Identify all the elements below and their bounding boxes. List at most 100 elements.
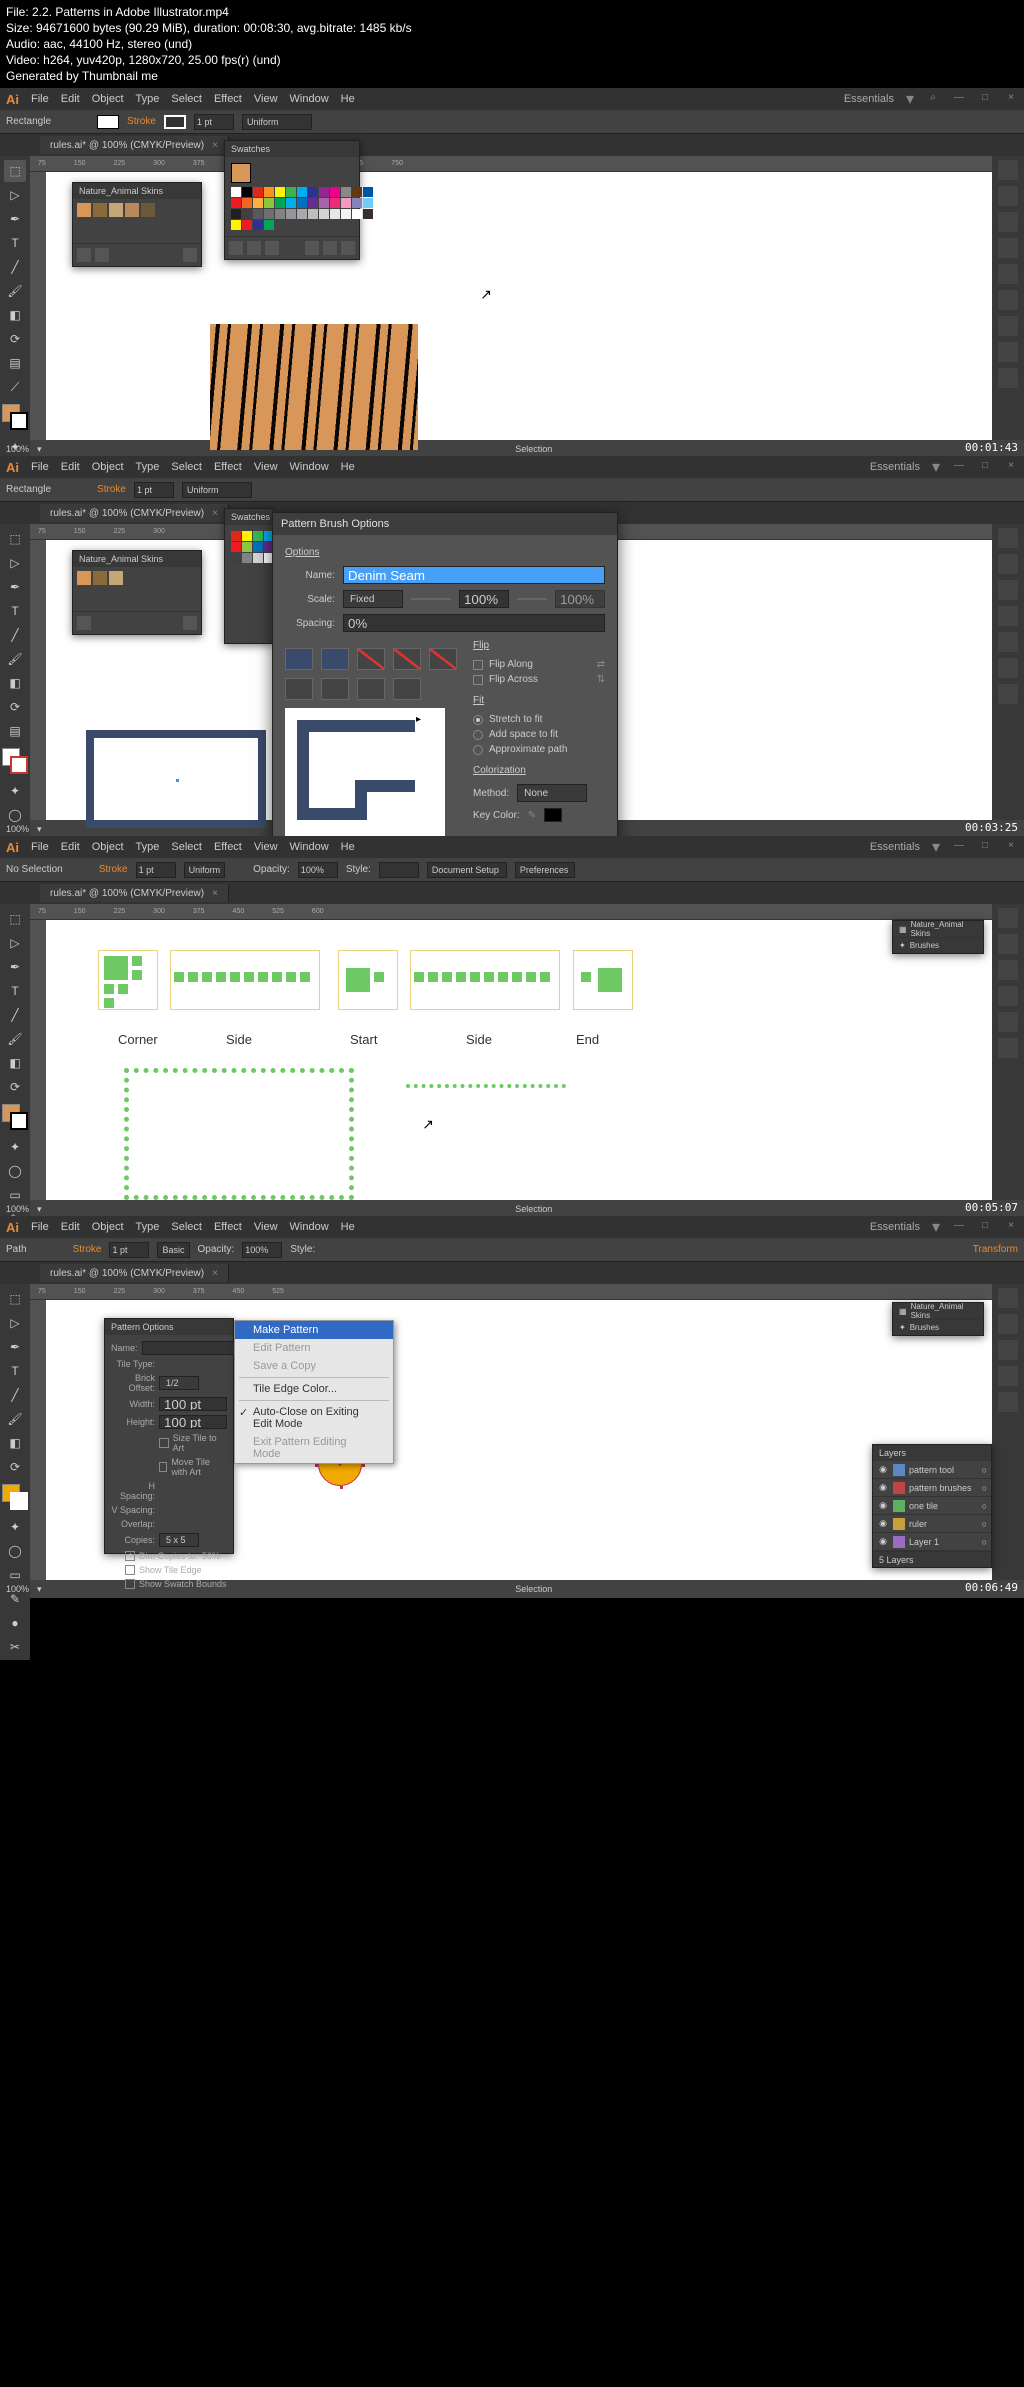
canvas[interactable]: 75150225300375450525600 [30, 904, 992, 1200]
nature-animal-skins-panel[interactable]: Nature_Animal Skins [72, 182, 202, 267]
stroke-weight[interactable] [194, 114, 234, 130]
rotate-tool[interactable]: ⟳ [4, 328, 26, 350]
ctx-exit: Exit Pattern Editing Mode [235, 1433, 393, 1463]
zoom-level[interactable]: 100% [6, 444, 29, 454]
method-dropdown[interactable]: None [517, 784, 587, 802]
workspace-selector[interactable]: Essentials [844, 93, 894, 105]
cursor [482, 286, 492, 300]
menu-effect[interactable]: Effect [214, 93, 242, 105]
shape-label: Rectangle [6, 116, 51, 127]
layer-row[interactable]: ◉pattern tool○ [873, 1461, 991, 1479]
document-tab[interactable]: rules.ai* @ 100% (CMYK/Preview)× [40, 504, 229, 522]
nature-brushes-panel[interactable]: ▦Nature_Animal Skins ✦Brushes [892, 920, 984, 954]
menu-help[interactable]: He [341, 93, 355, 105]
stroke-panel-icon[interactable] [998, 264, 1018, 284]
menu-type[interactable]: Type [136, 93, 160, 105]
eyedropper-tool[interactable]: ⟋ [4, 376, 26, 398]
menubar: Ai File Edit Object Type Select Effect V… [0, 88, 1024, 110]
gradient-panel-icon[interactable] [998, 290, 1018, 310]
swatches-panel-icon[interactable] [998, 186, 1018, 206]
eraser-tool[interactable]: ◧ [4, 304, 26, 326]
ctx-autoclose[interactable]: ✓Auto-Close on Exiting Edit Mode [235, 1403, 393, 1433]
timestamp: 00:01:43 [965, 441, 1018, 454]
tile-start[interactable] [393, 648, 421, 670]
gradient-tool[interactable]: ▤ [4, 352, 26, 374]
search-icon[interactable]: ⌕ [926, 92, 940, 106]
toolbox-left: ⬚ ▷ ✒ T ╱ 🖌 ◧ ⟳ ▤ ⟋ ✦ ◯ ▭ ✎ ● [0, 156, 30, 440]
brushes-panel-icon[interactable] [998, 212, 1018, 232]
tile-side[interactable] [285, 648, 313, 670]
ctx-save-copy: Save a Copy [235, 1357, 393, 1375]
control-bar: Rectangle Stroke Uniform [0, 110, 1024, 134]
illustrator-logo: Ai [6, 460, 19, 475]
toolbox: ⬚▷✒T╱🖌◧⟳ ✦◯▭✎●✂⤢ [0, 904, 30, 1200]
dialog-title: Pattern Brush Options [273, 513, 617, 535]
pen-tool[interactable]: ✒ [4, 208, 26, 230]
layer-row[interactable]: ◉Layer 1○ [873, 1533, 991, 1551]
scale-dropdown[interactable]: Fixed [343, 590, 403, 608]
swatches-panel[interactable]: Swatches [224, 140, 360, 260]
flip-across-checkbox[interactable] [473, 675, 483, 685]
flip-along-checkbox[interactable] [473, 660, 483, 670]
close-icon[interactable]: × [1004, 92, 1018, 106]
maximize-icon[interactable]: □ [978, 92, 992, 106]
pattern-options-panel[interactable]: Pattern Options Name: Tile Type: Brick O… [104, 1318, 234, 1554]
menubar: Ai FileEditObjectTypeSelectEffectViewWin… [0, 456, 1024, 478]
menu-view[interactable]: View [254, 93, 278, 105]
denim-frame[interactable] [86, 730, 266, 828]
tile-outer-corner[interactable] [321, 648, 349, 670]
nature-animal-skins-panel[interactable]: Nature_Animal Skins [72, 550, 202, 635]
stroke-swatch[interactable] [164, 115, 186, 129]
tiger-pattern-rect[interactable] [210, 324, 418, 450]
layers-panel[interactable]: Layers ◉pattern tool○ ◉pattern brushes○ … [872, 1444, 992, 1568]
brush-name-input[interactable] [343, 566, 605, 584]
layer-row[interactable]: ◉pattern brushes○ [873, 1479, 991, 1497]
approx-radio[interactable] [473, 745, 483, 755]
stretch-radio[interactable] [473, 715, 483, 725]
menu-object[interactable]: Object [92, 93, 124, 105]
ctx-make-pattern[interactable]: Make Pattern [235, 1321, 393, 1339]
tile-inner-corner[interactable] [357, 648, 385, 670]
ruler-vertical [30, 172, 46, 440]
keycolor-swatch[interactable] [544, 808, 562, 822]
right-panels [992, 524, 1024, 820]
video-metadata: File: 2.2. Patterns in Adobe Illustrator… [0, 0, 1024, 88]
fill-stroke-selector[interactable] [2, 404, 28, 430]
menu-edit[interactable]: Edit [61, 93, 80, 105]
menu-window[interactable]: Window [290, 93, 329, 105]
pattern-context-menu: Make Pattern Edit Pattern Save a Copy Ti… [234, 1320, 394, 1464]
line-tool[interactable]: ╱ [4, 256, 26, 278]
fill-swatch[interactable] [97, 115, 119, 129]
toolbox: ⬚▷✒T╱🖌◧⟳ ✦◯▭✎●✂ [0, 1284, 30, 1580]
tile-end[interactable] [429, 648, 457, 670]
stroke-profile[interactable]: Uniform [242, 114, 312, 130]
control-bar: Rectangle Stroke Uniform [0, 478, 1024, 502]
scale-pct-input[interactable] [459, 590, 509, 608]
spacing-input[interactable] [343, 614, 605, 632]
color-panel-icon[interactable] [998, 160, 1018, 180]
menubar: Ai FileEditObjectTypeSelectEffectViewWin… [0, 1216, 1024, 1238]
menu-select[interactable]: Select [171, 93, 202, 105]
current-tool-label: Selection [50, 444, 1018, 454]
document-tab[interactable]: rules.ai* @ 100% (CMYK/Preview)× [40, 136, 229, 154]
ctx-tile-edge-color[interactable]: Tile Edge Color... [235, 1380, 393, 1398]
direct-selection-tool[interactable]: ▷ [4, 184, 26, 206]
selection-tool[interactable]: ⬚ [4, 160, 26, 182]
layer-row[interactable]: ◉ruler○ [873, 1515, 991, 1533]
appearance-panel-icon[interactable] [998, 342, 1018, 362]
brush-tool[interactable]: 🖌 [4, 280, 26, 302]
illustrator-logo: Ai [6, 92, 19, 107]
addspace-radio[interactable] [473, 730, 483, 740]
layer-row[interactable]: ◉one tile○ [873, 1497, 991, 1515]
preview: ▸ [285, 708, 445, 848]
swatches-panel-partial[interactable]: Swatches [224, 508, 274, 644]
tab-close-icon[interactable]: × [212, 140, 218, 151]
transparency-panel-icon[interactable] [998, 316, 1018, 336]
stroke-label[interactable]: Stroke [127, 116, 156, 127]
minimize-icon[interactable]: — [952, 92, 966, 106]
type-tool[interactable]: T [4, 232, 26, 254]
symbols-panel-icon[interactable] [998, 238, 1018, 258]
nature-brushes-panel[interactable]: ▦Nature_Animal Skins ✦Brushes [892, 1302, 984, 1336]
menu-file[interactable]: File [31, 93, 49, 105]
layers-panel-icon[interactable] [998, 368, 1018, 388]
